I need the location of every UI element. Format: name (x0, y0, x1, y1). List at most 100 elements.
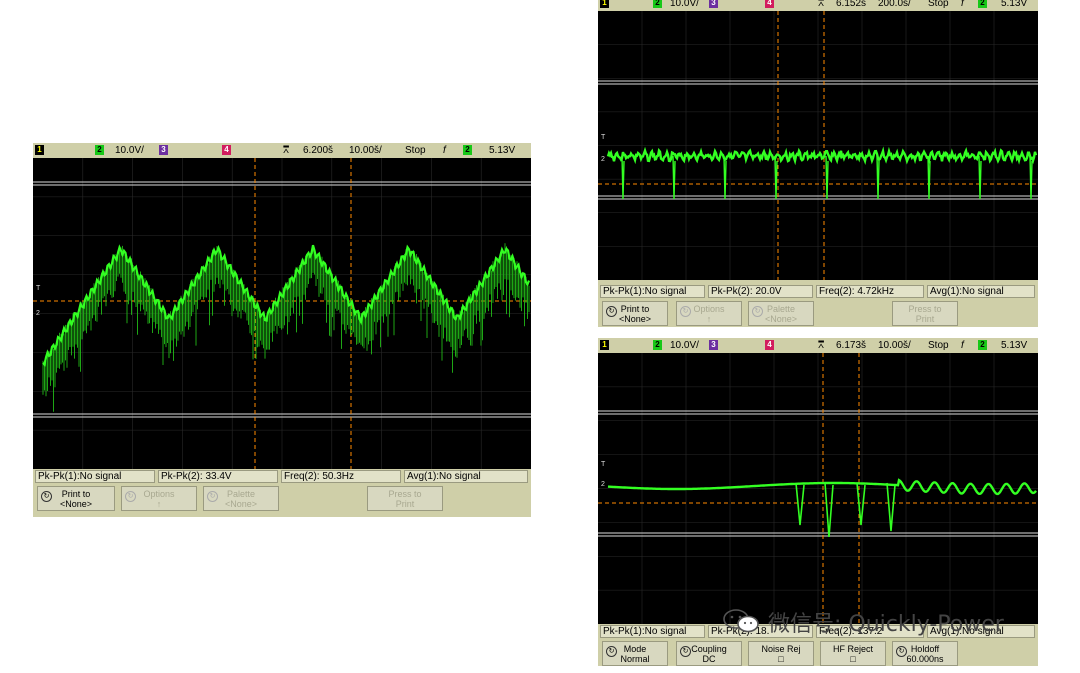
trigger-source-indicator: 2 (978, 340, 987, 350)
waveform-spike (824, 482, 834, 538)
run-state: Stop (928, 340, 949, 351)
ch4-indicator[interactable]: 4 (222, 145, 231, 155)
trigger-slope-icon: f (443, 145, 446, 156)
trigger-level: 5.13V (1001, 340, 1028, 351)
time-scale: 200.0š/ (878, 0, 911, 9)
measurement-pk-pk-1: Pk-Pk(1):No signal (600, 625, 705, 638)
rotate-icon: ↻ (752, 306, 763, 317)
oscilloscope-top-right: 1 2 10.0V/ 3 4 ⩞ 6.152š 200.0š/ Stop f 2… (598, 0, 1038, 327)
waveform-trace (606, 146, 1038, 166)
softkey-palette[interactable]: ↻ Palette <None> (203, 486, 279, 511)
waveform-graph: T2 (598, 11, 1038, 280)
measurement-avg-1: Avg(1):No signal (927, 285, 1035, 298)
trigger-slope-icon: f (961, 340, 964, 351)
ch2-scale: 10.0V/ (670, 340, 699, 351)
softkey-mode[interactable]: ↻ Mode Normal (602, 641, 668, 666)
rotate-icon: ↻ (680, 306, 691, 317)
waveform-spike (856, 482, 866, 526)
softkey-coupling[interactable]: ↻ Coupling DC (676, 641, 742, 666)
trigger-source-indicator: 2 (978, 0, 987, 8)
softkey-press-to-print[interactable]: Press to Print (367, 486, 443, 511)
ch3-indicator[interactable]: 3 (159, 145, 168, 155)
ch3-indicator[interactable]: 3 (709, 340, 718, 350)
measurement-pk-pk-2: Pk-Pk(2): 20.0V (708, 285, 813, 298)
softkey-print-to[interactable]: ↻ Print to <None> (602, 301, 668, 326)
waveform-spike (621, 155, 625, 200)
softkey-hf-reject[interactable]: HF Reject □ (820, 641, 886, 666)
softkey-print-to[interactable]: ↻ Print to <None> (37, 486, 115, 511)
measurement-pk-pk-2: Pk-Pk(2): 33.4V (158, 470, 278, 483)
ch2-scale: 10.0V/ (670, 0, 699, 9)
time-scale: 10.00š/ (349, 145, 382, 156)
run-state: Stop (928, 0, 949, 9)
measurement-freq-2: Freq(2): 4.72kHz (816, 285, 924, 298)
measurement-pk-pk-1: Pk-Pk(1):No signal (35, 470, 155, 483)
trigger-source-indicator: 2 (463, 145, 472, 155)
waveform-display[interactable]: T2 (33, 158, 531, 469)
ch2-indicator[interactable]: 2 (653, 0, 662, 8)
trigger-level-marker: T (601, 134, 606, 141)
oscilloscope-left: 1 2 10.0V/ 3 4 ⩞ 6.200š 10.00š/ Stop f 2… (33, 143, 531, 517)
trigger-marker-icon: ⩞ (283, 145, 290, 156)
softkey-palette[interactable]: ↻ Palette <None> (748, 301, 814, 326)
waveform-spike (795, 482, 805, 526)
softkey-options[interactable]: ↻ Options ↑ (676, 301, 742, 326)
trigger-marker-icon: ⩞ (818, 0, 825, 9)
waveform-trace (607, 478, 1037, 496)
ch2-indicator[interactable]: 2 (653, 340, 662, 350)
waveform-display[interactable]: T2 (598, 353, 1038, 624)
ch2-scale: 10.0V/ (115, 145, 144, 156)
waveform-spike (978, 155, 982, 200)
status-bar: 1 2 10.0V/ 3 4 ⩞ 6.152š 200.0š/ Stop f 2… (598, 0, 1038, 11)
trigger-level-marker: T (601, 461, 606, 468)
rotate-icon: ↻ (606, 646, 617, 657)
ch3-indicator[interactable]: 3 (709, 0, 718, 8)
waveform-spike (1029, 155, 1033, 200)
measurement-pk-pk-1: Pk-Pk(1):No signal (600, 285, 705, 298)
rotate-icon: ↻ (680, 646, 691, 657)
softkey-bar: ↻ Mode Normal ↻ Coupling DC Noise Rej □ HF Re… (598, 639, 1038, 666)
rotate-icon: ↻ (125, 491, 136, 502)
waveform-spike (672, 155, 676, 200)
ch2-ground-marker: 2 (36, 310, 40, 317)
time-position: 6.173š (836, 340, 867, 351)
ch1-indicator[interactable]: 1 (35, 145, 44, 155)
waveform-graph: T2 (598, 353, 1038, 624)
ch1-indicator[interactable]: 1 (600, 0, 609, 8)
watermark-text: 微信号: Quickly-Power (768, 612, 1004, 637)
trigger-marker-icon: ⩞ (818, 340, 825, 351)
checkbox-icon: □ (850, 654, 856, 664)
softkey-options[interactable]: ↻ Options ↑ (121, 486, 197, 511)
time-position: 6.152š (836, 0, 867, 9)
wechat-icon (723, 609, 759, 633)
ch4-indicator[interactable]: 4 (765, 0, 774, 8)
trigger-level: 5.13V (1001, 0, 1028, 9)
measurement-avg-1: Avg(1):No signal (404, 470, 528, 483)
trigger-level: 5.13V (489, 145, 516, 156)
status-bar: 1 2 10.0V/ 3 4 ⩞ 6.173š 10.00š/ Stop f 2… (598, 338, 1038, 353)
time-scale: 10.00š/ (878, 340, 911, 351)
rotate-icon: ↻ (606, 306, 617, 317)
ch2-indicator[interactable]: 2 (95, 145, 104, 155)
measurement-bar: Pk-Pk(1):No signal Pk-Pk(2): 33.4V Freq(… (33, 469, 531, 484)
time-position: 6.200š (303, 145, 334, 156)
measurement-bar: Pk-Pk(1):No signal Pk-Pk(2): 20.0V Freq(… (598, 284, 1038, 299)
status-bar: 1 2 10.0V/ 3 4 ⩞ 6.200š 10.00š/ Stop f 2… (33, 143, 531, 158)
softkey-holdoff[interactable]: ↻ Holdoff 60.000ns (892, 641, 958, 666)
checkbox-icon: □ (778, 654, 784, 664)
softkey-bar: ↻ Print to <None> ↻ Options ↑ ↻ Palette <None>… (33, 484, 531, 517)
trigger-level-marker: T (36, 285, 41, 292)
ch1-indicator[interactable]: 1 (600, 340, 609, 350)
rotate-icon: ↻ (41, 491, 52, 502)
waveform-ringing (42, 243, 530, 412)
waveform-display[interactable]: T2 (598, 11, 1038, 280)
trigger-slope-icon: f (961, 0, 964, 9)
softkey-noise-rej[interactable]: Noise Rej □ (748, 641, 814, 666)
waveform-spike (876, 155, 880, 200)
ch4-indicator[interactable]: 4 (765, 340, 774, 350)
softkey-press-to-print[interactable]: Press to Print (892, 301, 958, 326)
ch2-ground-marker: 2 (601, 481, 605, 488)
softkey-bar: ↻ Print to <None> ↻ Options ↑ ↻ Palette <None>… (598, 299, 1038, 327)
ch2-ground-marker: 2 (601, 156, 605, 163)
waveform-spike (825, 155, 829, 200)
